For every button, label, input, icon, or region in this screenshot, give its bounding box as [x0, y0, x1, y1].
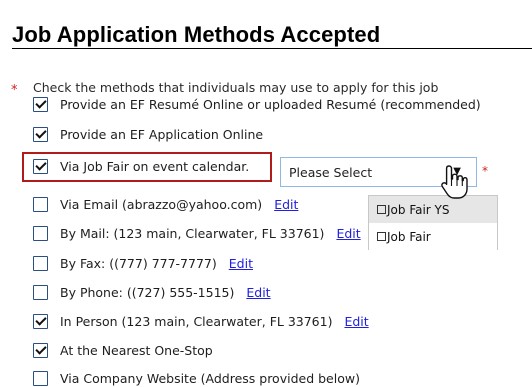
select-value: Please Select	[289, 165, 373, 180]
method-row-one-stop[interactable]: At the Nearest One-Stop	[33, 341, 213, 359]
checkbox-resume[interactable]	[33, 96, 48, 112]
dropdown-option-job-fair-ys[interactable]: Job Fair YS	[369, 196, 497, 223]
select-required-marker: *	[482, 164, 488, 178]
checkbox-in-person[interactable]	[33, 313, 48, 329]
method-row-resume[interactable]: Provide an EF Resumé Online or uploaded …	[33, 95, 481, 113]
hand-pointer-icon	[441, 165, 468, 199]
method-row-phone[interactable]: By Phone: ((727) 555-1515) Edit	[33, 283, 271, 301]
edit-link-email[interactable]: Edit	[274, 197, 298, 212]
method-row-fax[interactable]: By Fax: ((777) 777-7777) Edit	[33, 254, 253, 272]
method-label: By Phone: ((727) 555-1515)	[60, 284, 235, 300]
checkbox-mail[interactable]	[33, 225, 48, 241]
title-underline	[12, 48, 532, 49]
option-checkbox[interactable]	[377, 232, 386, 241]
job-fair-dropdown-list: Job Fair YS Job Fair	[368, 195, 498, 250]
method-row-mail[interactable]: By Mail: (123 main, Clearwater, FL 33761…	[33, 224, 361, 242]
method-label: At the Nearest One-Stop	[60, 342, 213, 358]
checkbox-phone[interactable]	[33, 284, 48, 300]
method-label: By Fax: ((777) 777-7777)	[60, 255, 217, 271]
method-label: Provide an EF Application Online	[60, 126, 264, 142]
method-row-application[interactable]: Provide an EF Application Online	[33, 125, 263, 143]
checkbox-application[interactable]	[33, 126, 48, 142]
instruction-text: Check the methods that individuals may u…	[33, 80, 439, 95]
method-label: Via Company Website (Address provided be…	[60, 370, 360, 386]
edit-link-mail[interactable]: Edit	[336, 226, 360, 241]
option-checkbox[interactable]	[377, 205, 386, 214]
checkbox-job-fair[interactable]	[33, 158, 48, 174]
method-row-in-person[interactable]: In Person (123 main, Clearwater, FL 3376…	[33, 312, 369, 330]
section-title: Job Application Methods Accepted	[12, 22, 381, 47]
checkbox-fax[interactable]	[33, 255, 48, 271]
dropdown-option-job-fair[interactable]: Job Fair	[369, 223, 497, 250]
checkbox-company-website[interactable]	[33, 370, 48, 386]
checkbox-email[interactable]	[33, 196, 48, 212]
method-row-company-website[interactable]: Via Company Website (Address provided be…	[33, 369, 360, 387]
option-label: Job Fair YS	[387, 202, 450, 217]
method-row-job-fair[interactable]: Via Job Fair on event calendar.	[33, 157, 249, 175]
method-row-email[interactable]: Via Email (abrazzo@yahoo.com) Edit	[33, 195, 298, 213]
method-label: Provide an EF Resumé Online or uploaded …	[60, 96, 481, 112]
checkbox-one-stop[interactable]	[33, 342, 48, 358]
method-label: Via Job Fair on event calendar.	[60, 158, 250, 174]
method-label: In Person (123 main, Clearwater, FL 3376…	[60, 313, 333, 329]
method-label: Via Email (abrazzo@yahoo.com)	[60, 196, 263, 212]
option-label: Job Fair	[387, 229, 431, 244]
edit-link-phone[interactable]: Edit	[246, 285, 270, 300]
method-label: By Mail: (123 main, Clearwater, FL 33761…	[60, 225, 325, 241]
required-marker: *	[11, 83, 18, 98]
edit-link-fax[interactable]: Edit	[229, 256, 253, 271]
edit-link-in-person[interactable]: Edit	[344, 314, 368, 329]
